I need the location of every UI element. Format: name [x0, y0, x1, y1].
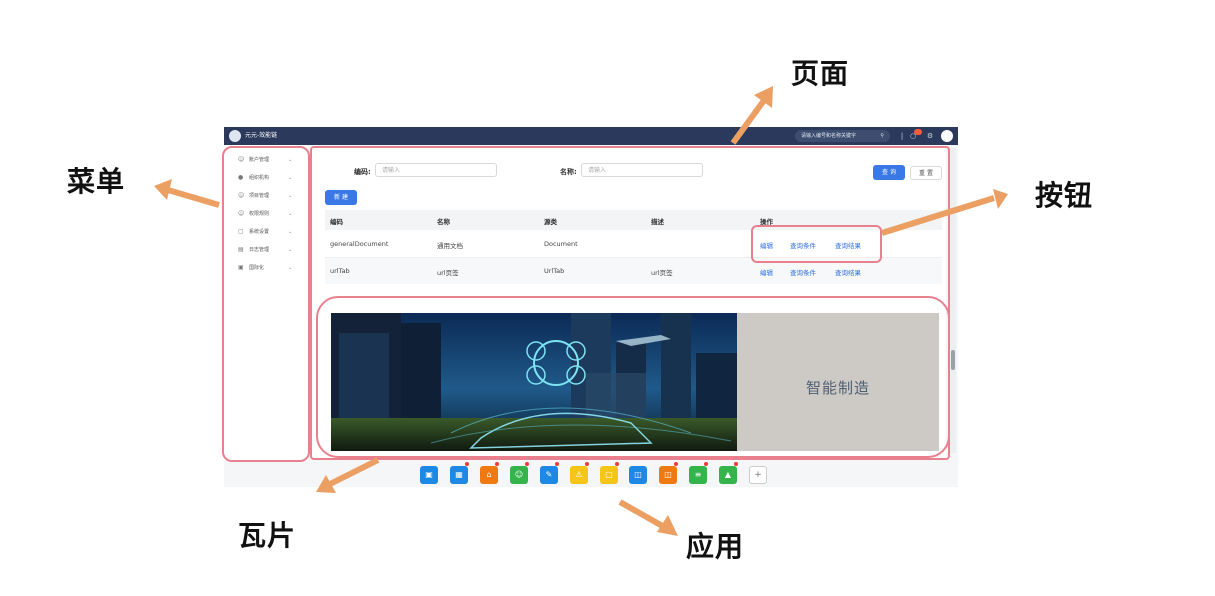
annotation-arrows: [154, 86, 1008, 536]
